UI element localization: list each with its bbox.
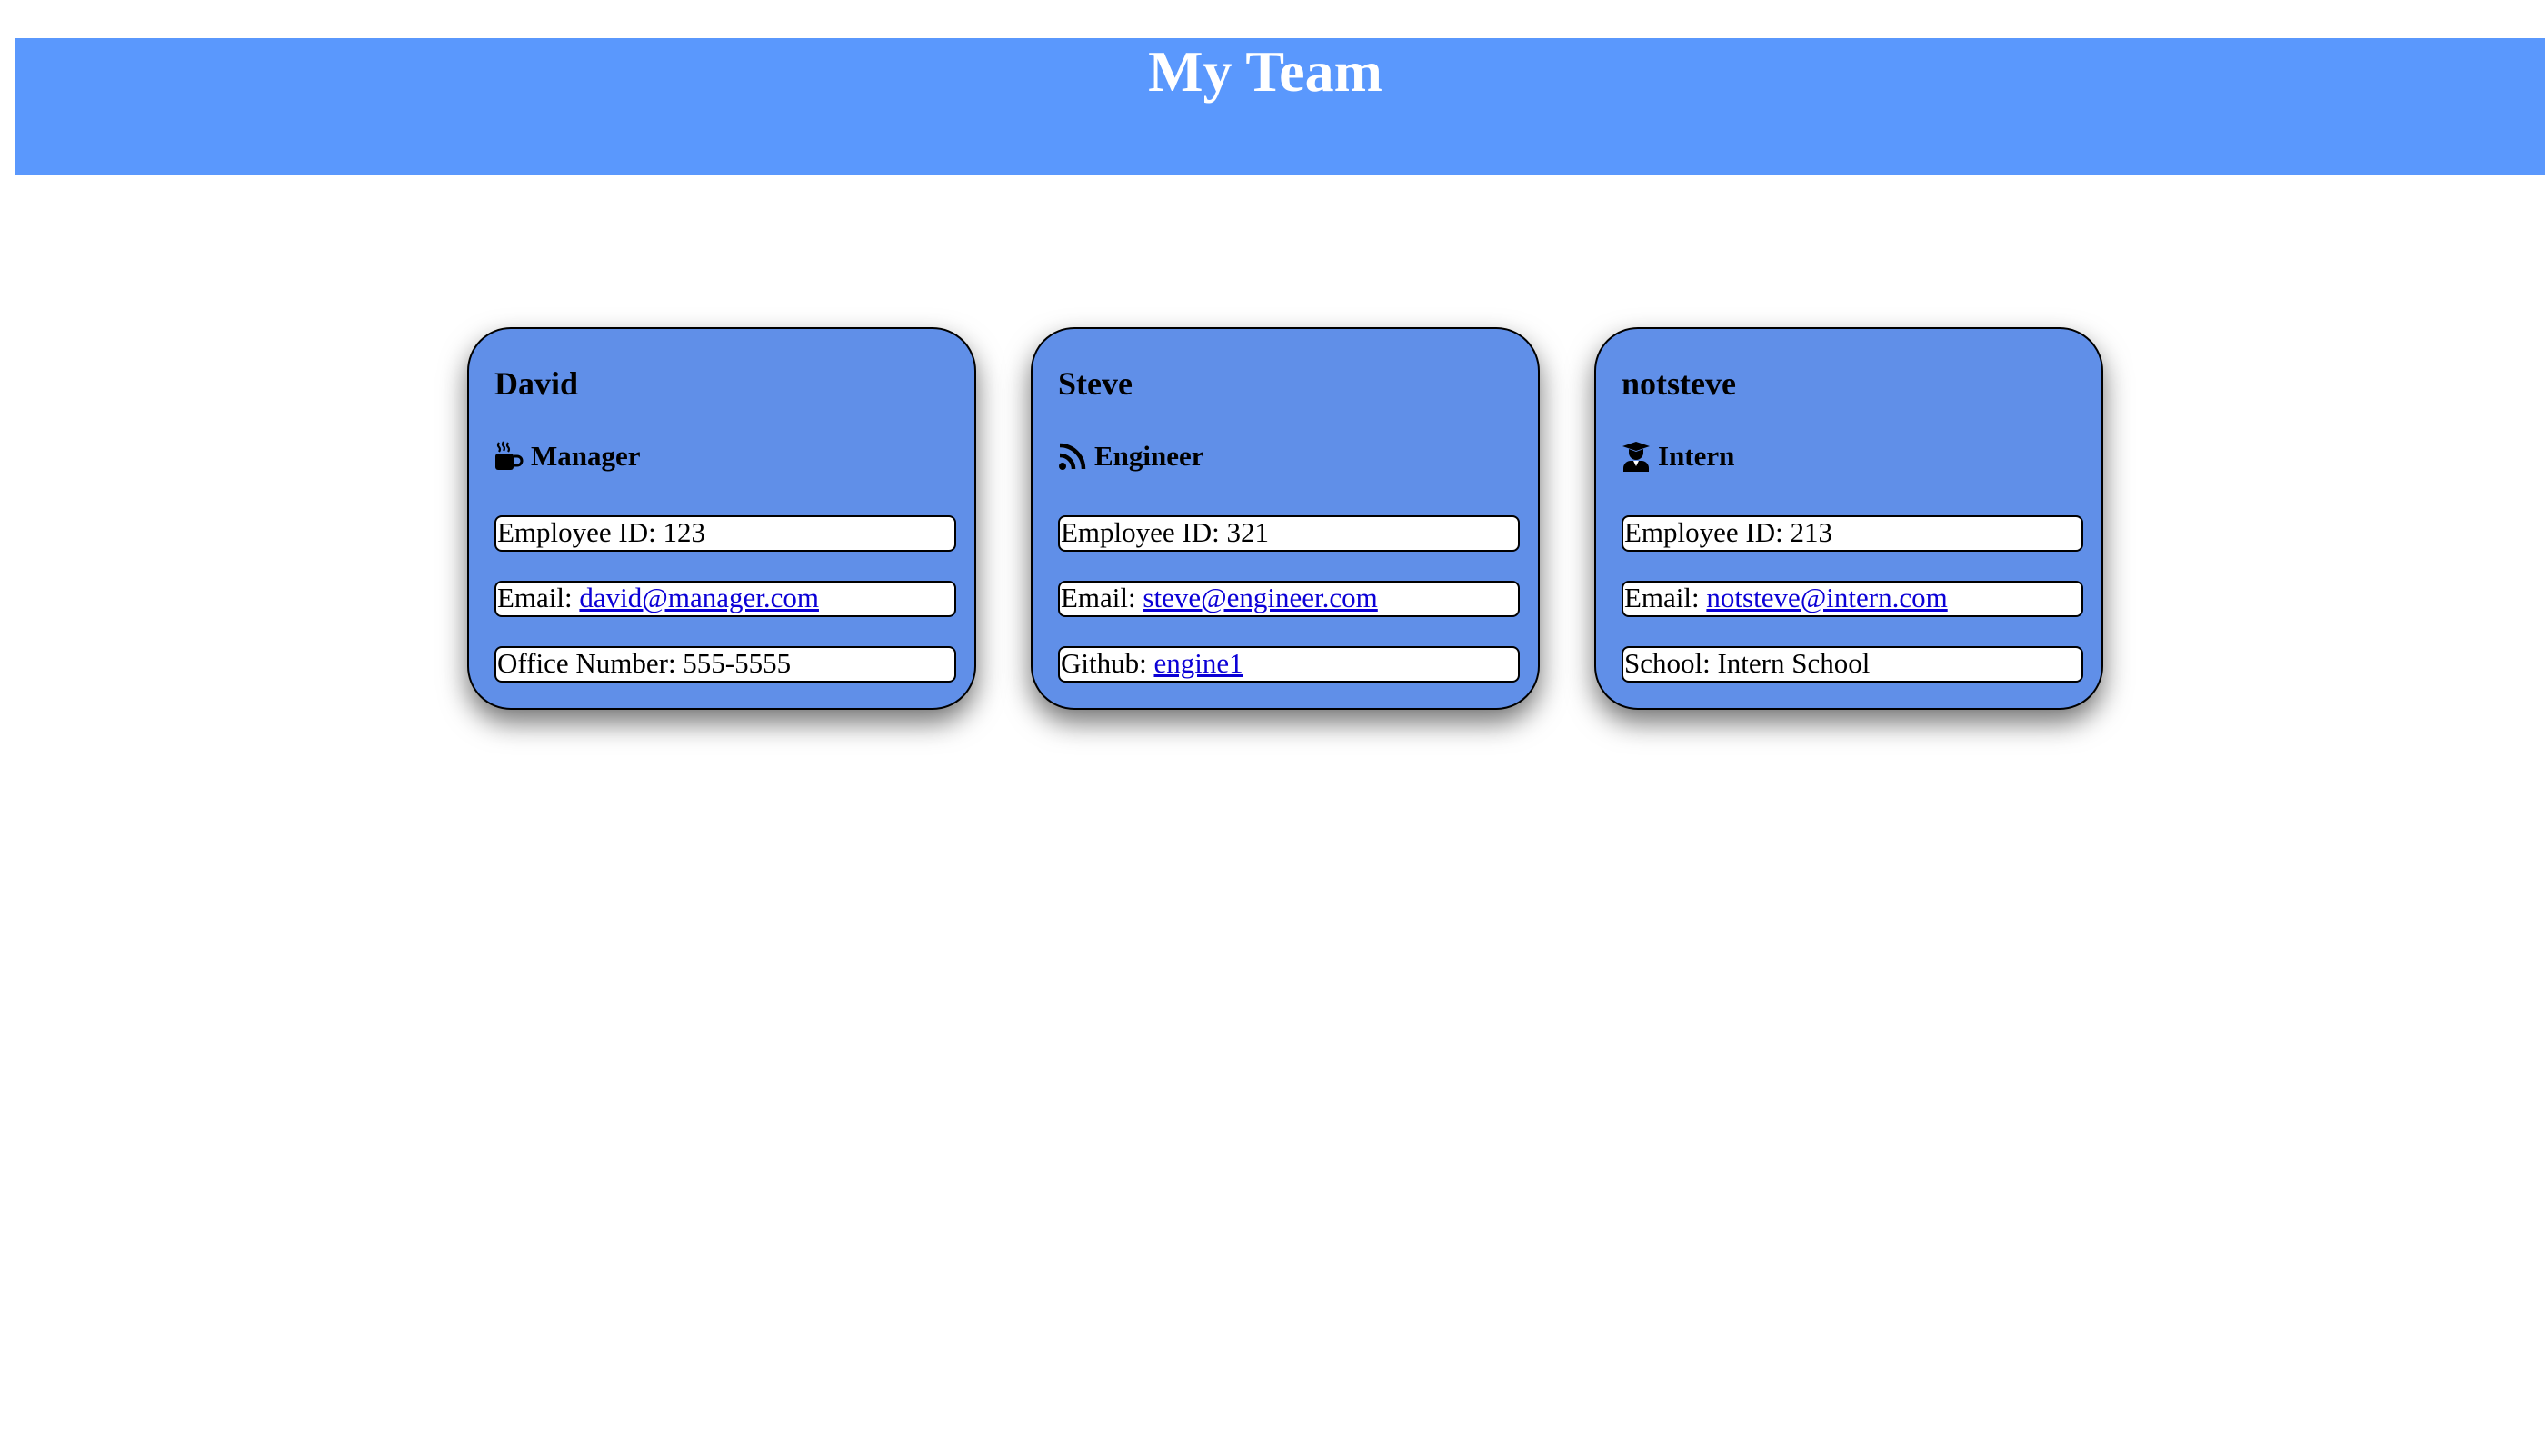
email-prefix: Email: bbox=[1624, 582, 1707, 613]
employee-role: Engineer bbox=[1058, 440, 1204, 473]
role-label: Intern bbox=[1658, 440, 1735, 472]
employee-id-field: Employee ID: 123 bbox=[494, 515, 956, 552]
role-label: Manager bbox=[531, 440, 641, 472]
employee-role: Intern bbox=[1622, 440, 1734, 473]
email-link[interactable]: david@manager.com bbox=[579, 583, 819, 613]
employee-card-intern: notsteve Intern Employee ID: 213 Email: … bbox=[1594, 327, 2103, 710]
employee-card-engineer: Steve Engineer Employee ID: 321 Email: s… bbox=[1031, 327, 1540, 710]
rss-feed-icon bbox=[1058, 441, 1087, 472]
school-field: School: Intern School bbox=[1622, 646, 2083, 683]
github-link[interactable]: engine1 bbox=[1153, 648, 1243, 679]
office-number-field: Office Number: 555-5555 bbox=[494, 646, 956, 683]
employee-role: Manager bbox=[494, 440, 641, 473]
email-link[interactable]: steve@engineer.com bbox=[1143, 583, 1377, 613]
employee-name: notsteve bbox=[1622, 365, 1736, 402]
email-field: Email: notsteve@intern.com bbox=[1622, 581, 2083, 617]
role-label: Engineer bbox=[1094, 440, 1204, 472]
email-field: Email: steve@engineer.com bbox=[1058, 581, 1520, 617]
employee-id-field: Employee ID: 213 bbox=[1622, 515, 2083, 552]
email-field: Email: david@manager.com bbox=[494, 581, 956, 617]
github-field: Github: engine1 bbox=[1058, 646, 1520, 683]
email-prefix: Email: bbox=[1061, 582, 1143, 613]
employee-name: Steve bbox=[1058, 365, 1133, 402]
team-cards: David Manager Employee ID: 123 Email: da… bbox=[0, 0, 2545, 1456]
employee-id-field: Employee ID: 321 bbox=[1058, 515, 1520, 552]
email-link[interactable]: notsteve@intern.com bbox=[1706, 583, 1947, 613]
email-prefix: Email: bbox=[497, 582, 580, 613]
employee-card-manager: David Manager Employee ID: 123 Email: da… bbox=[467, 327, 976, 710]
employee-name: David bbox=[494, 365, 579, 402]
coffee-mug-icon bbox=[494, 441, 524, 472]
github-prefix: Github: bbox=[1061, 647, 1154, 679]
graduate-icon bbox=[1622, 441, 1651, 472]
